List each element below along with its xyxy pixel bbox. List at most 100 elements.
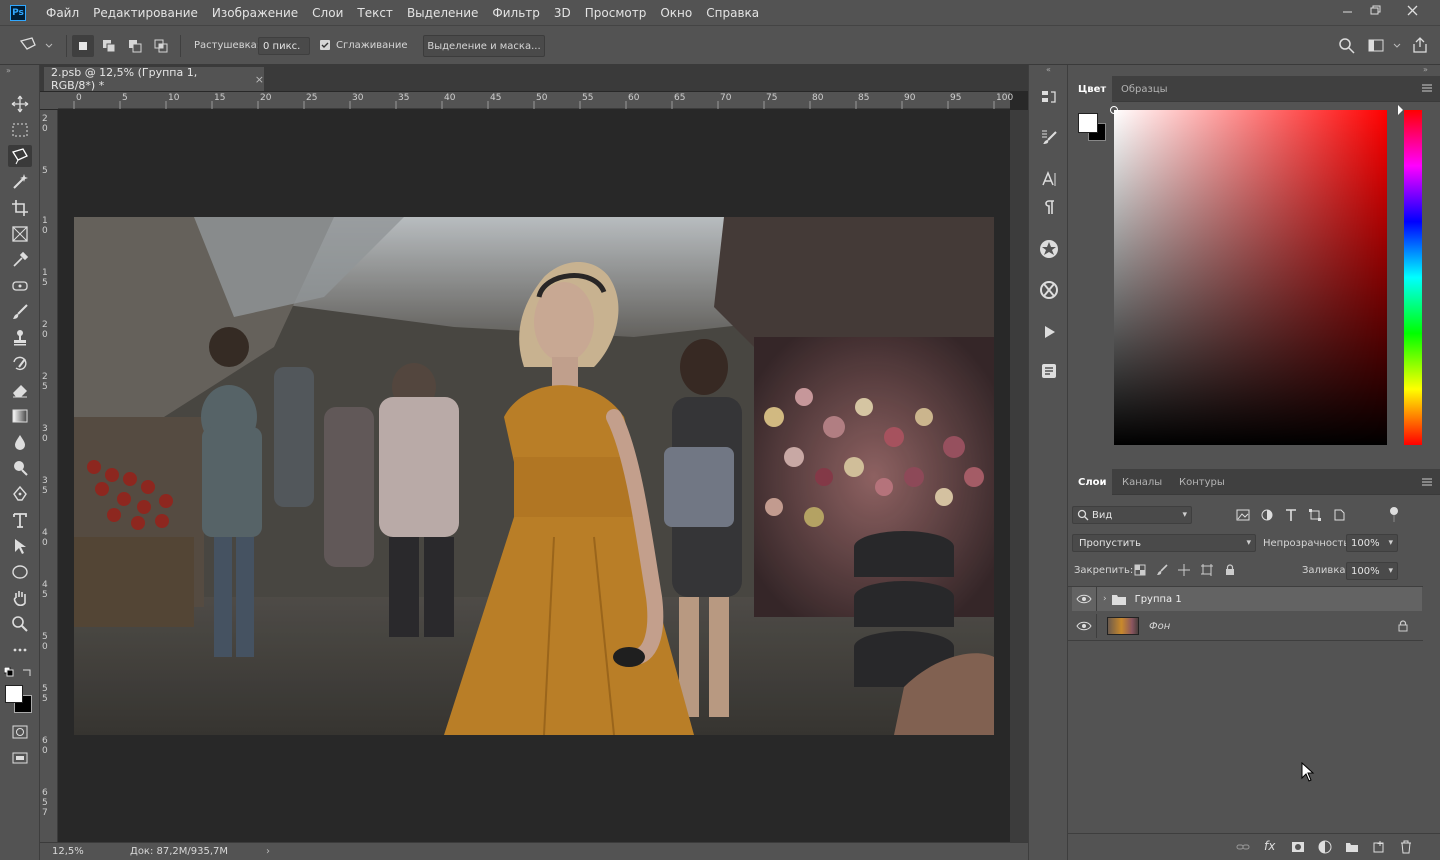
ellipse-tool[interactable] bbox=[8, 561, 32, 583]
color-field[interactable] bbox=[1110, 106, 1387, 445]
menu-filter[interactable]: Фильтр bbox=[492, 6, 539, 20]
filter-adjustment-button[interactable] bbox=[1260, 508, 1274, 522]
history-brush-tool[interactable] bbox=[8, 353, 32, 375]
tab-paths[interactable]: Контуры bbox=[1179, 469, 1225, 495]
zoom-tool[interactable] bbox=[8, 613, 32, 635]
delete-layer-button[interactable] bbox=[1399, 840, 1413, 854]
add-selection-button[interactable] bbox=[98, 35, 120, 57]
gradient-tool[interactable] bbox=[8, 405, 32, 427]
filter-type-button[interactable] bbox=[1284, 508, 1298, 522]
tab-swatches[interactable]: Образцы bbox=[1118, 76, 1168, 102]
new-group-button[interactable] bbox=[1345, 840, 1359, 854]
subtract-selection-button[interactable] bbox=[124, 35, 146, 57]
status-menu-arrow-icon[interactable]: › bbox=[266, 846, 270, 857]
tool-preset-picker[interactable] bbox=[18, 35, 54, 55]
foreground-color-swatch[interactable] bbox=[5, 685, 23, 703]
minimize-button[interactable] bbox=[1338, 0, 1358, 22]
menu-help[interactable]: Справка bbox=[706, 6, 759, 20]
lock-transparent-button[interactable] bbox=[1134, 564, 1146, 576]
fx-icon[interactable]: fx bbox=[1264, 839, 1275, 853]
vertical-ruler[interactable]: 2 0 5 1 0 1 5 2 0 2 5 3 0 3 5 4 0 4 5 5 … bbox=[40, 110, 58, 842]
character-panel-button[interactable] bbox=[1035, 165, 1063, 193]
select-and-mask-button[interactable]: Выделение и маска... bbox=[423, 35, 545, 57]
filter-toggle-switch[interactable] bbox=[1389, 506, 1399, 524]
workspace-button[interactable] bbox=[1368, 37, 1404, 55]
swap-colors-button[interactable] bbox=[22, 667, 32, 677]
filter-shape-button[interactable] bbox=[1308, 508, 1322, 522]
search-button[interactable] bbox=[1338, 37, 1356, 55]
antialias-checkbox[interactable] bbox=[320, 40, 330, 50]
frame-tool[interactable] bbox=[8, 223, 32, 245]
eyedropper-tool[interactable] bbox=[8, 249, 32, 271]
blur-tool[interactable] bbox=[8, 431, 32, 453]
new-selection-button[interactable] bbox=[72, 35, 94, 57]
history-panel-button[interactable] bbox=[1035, 83, 1063, 111]
tab-color[interactable]: Цвет bbox=[1068, 76, 1112, 102]
vertical-scrollbar[interactable] bbox=[1010, 110, 1028, 842]
adjustments-panel-button[interactable] bbox=[1035, 235, 1063, 263]
screen-mode-button[interactable] bbox=[8, 747, 32, 769]
expand-panels-icon[interactable]: « bbox=[1046, 65, 1051, 74]
dodge-tool[interactable] bbox=[8, 457, 32, 479]
layers-panel-menu-button[interactable] bbox=[1422, 477, 1434, 487]
blend-mode-select[interactable]: Пропустить ▾ bbox=[1072, 534, 1256, 552]
filter-pixel-button[interactable] bbox=[1236, 508, 1250, 522]
menu-edit[interactable]: Редактирование bbox=[93, 6, 198, 20]
actions-panel-button[interactable] bbox=[1035, 318, 1063, 346]
libraries-panel-button[interactable] bbox=[1035, 357, 1063, 385]
panel-foreground-swatch[interactable] bbox=[1078, 113, 1098, 133]
link-layers-button[interactable] bbox=[1236, 840, 1250, 854]
type-tool[interactable] bbox=[8, 509, 32, 531]
new-adjustment-layer-button[interactable] bbox=[1318, 840, 1332, 854]
stamp-tool[interactable] bbox=[8, 327, 32, 349]
menu-type[interactable]: Текст bbox=[357, 6, 393, 20]
tab-channels[interactable]: Каналы bbox=[1122, 469, 1162, 495]
layer-filter-select[interactable]: Вид ▾ bbox=[1072, 506, 1192, 524]
close-tab-icon[interactable]: × bbox=[255, 73, 264, 86]
opacity-input[interactable]: 100% ▾ bbox=[1346, 534, 1398, 552]
color-panel-menu-button[interactable] bbox=[1422, 83, 1434, 93]
brush-settings-panel-button[interactable] bbox=[1035, 123, 1063, 151]
zoom-level[interactable]: 12,5% bbox=[52, 846, 112, 857]
visibility-eye-icon[interactable] bbox=[1076, 593, 1092, 605]
brush-tool[interactable] bbox=[8, 301, 32, 323]
hue-slider-handle[interactable] bbox=[1398, 105, 1403, 115]
lock-position-button[interactable] bbox=[1178, 564, 1190, 576]
menu-image[interactable]: Изображение bbox=[212, 6, 298, 20]
expand-group-chevron-icon[interactable]: › bbox=[1103, 594, 1107, 604]
menu-view[interactable]: Просмотр bbox=[585, 6, 647, 20]
eraser-tool[interactable] bbox=[8, 379, 32, 401]
share-button[interactable] bbox=[1411, 36, 1429, 54]
pen-tool[interactable] bbox=[8, 483, 32, 505]
document-tab[interactable]: 2.psb @ 12,5% (Группа 1, RGB/8*) * × bbox=[44, 66, 264, 92]
hue-slider[interactable] bbox=[1398, 105, 1422, 445]
feather-input[interactable]: 0 пикс. bbox=[258, 37, 310, 55]
layer-row-group[interactable]: › Группа 1 bbox=[1072, 587, 1422, 611]
quick-mask-button[interactable] bbox=[8, 721, 32, 743]
restore-button[interactable] bbox=[1366, 0, 1386, 22]
healing-tool[interactable] bbox=[8, 275, 32, 297]
close-window-button[interactable] bbox=[1403, 0, 1423, 22]
marquee-tool[interactable] bbox=[8, 119, 32, 141]
collapse-toolbar-icon[interactable]: » bbox=[6, 66, 11, 75]
tab-layers[interactable]: Слои bbox=[1068, 469, 1112, 495]
menu-file[interactable]: Файл bbox=[46, 6, 79, 20]
hand-tool[interactable] bbox=[8, 587, 32, 609]
canvas-image[interactable] bbox=[74, 217, 994, 735]
magic-wand-tool[interactable] bbox=[8, 171, 32, 193]
color-picker-handle[interactable] bbox=[1110, 106, 1118, 114]
filter-smart-object-button[interactable] bbox=[1332, 508, 1346, 522]
collapse-panels-icon[interactable]: » bbox=[1423, 65, 1428, 74]
move-tool[interactable] bbox=[8, 93, 32, 115]
default-colors-button[interactable] bbox=[4, 667, 14, 677]
lock-artboard-button[interactable] bbox=[1201, 564, 1213, 576]
menu-layers[interactable]: Слои bbox=[312, 6, 343, 20]
more-tools-button[interactable] bbox=[8, 639, 32, 661]
fill-input[interactable]: 100% ▾ bbox=[1346, 562, 1398, 580]
properties-panel-button[interactable] bbox=[1035, 276, 1063, 304]
add-mask-button[interactable] bbox=[1291, 840, 1305, 854]
visibility-eye-icon[interactable] bbox=[1076, 620, 1092, 632]
lock-all-button[interactable] bbox=[1224, 564, 1236, 576]
crop-tool[interactable] bbox=[8, 197, 32, 219]
lasso-tool[interactable] bbox=[8, 145, 32, 167]
